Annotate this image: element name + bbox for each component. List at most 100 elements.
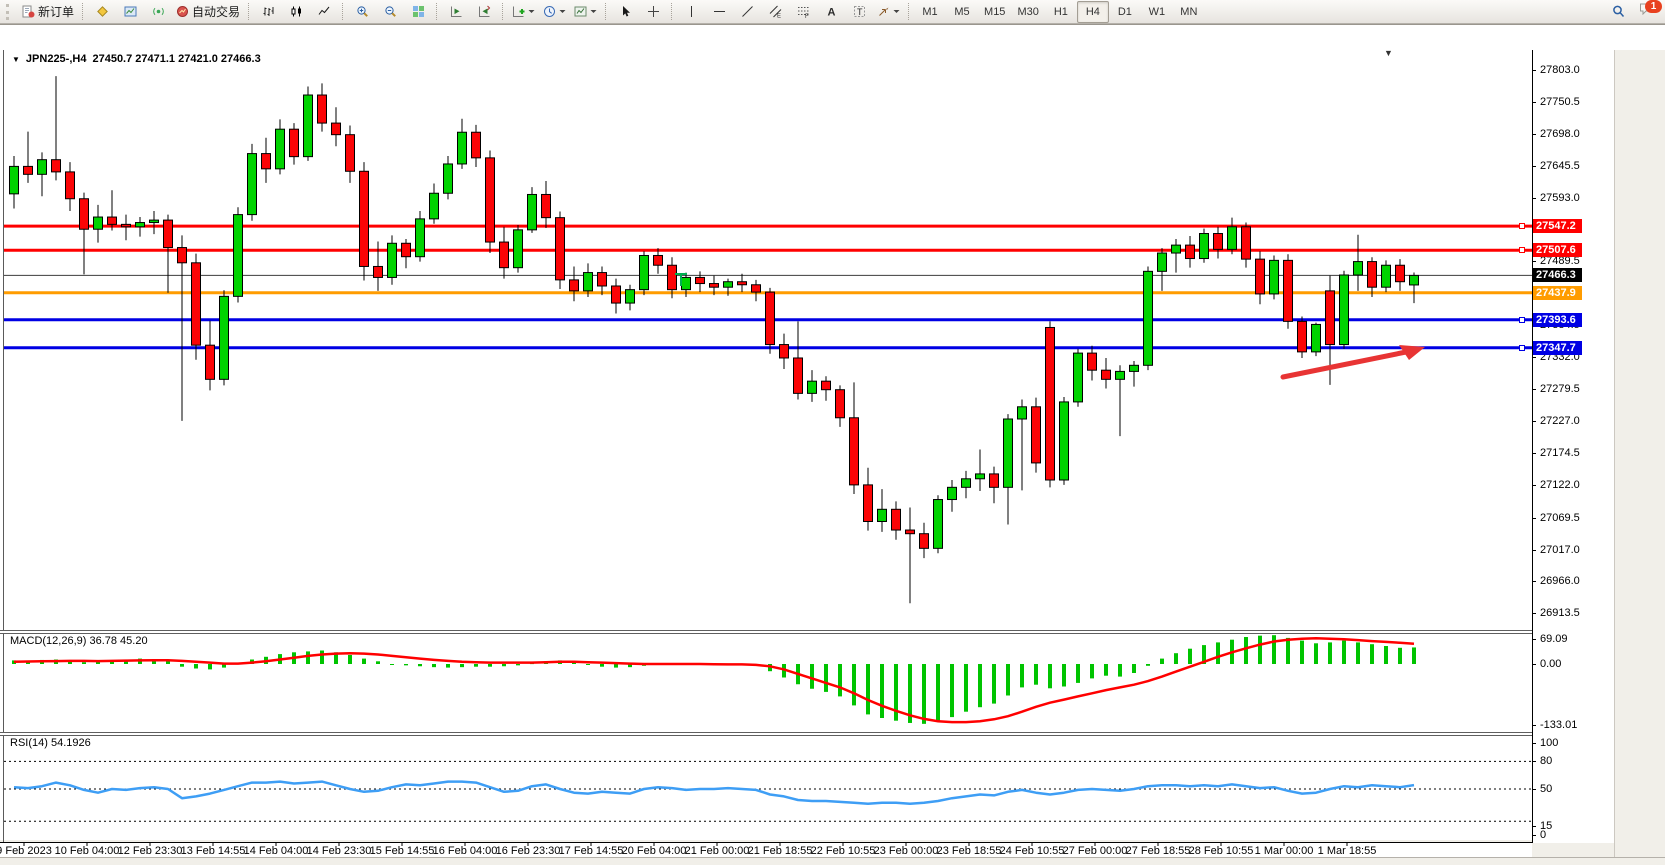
- toolbar-grip[interactable]: [6, 4, 15, 20]
- candle-chart-button[interactable]: [282, 1, 310, 23]
- indicators-button[interactable]: [508, 1, 539, 23]
- tile-windows-button[interactable]: [404, 1, 432, 23]
- line-chart-button[interactable]: [310, 1, 338, 23]
- tf-m30[interactable]: M30: [1011, 1, 1044, 23]
- zoom-in-icon: [356, 5, 369, 18]
- macd-bar: [1160, 659, 1164, 664]
- axis-tick: [1532, 102, 1536, 103]
- line-drag-handle[interactable]: [1519, 223, 1525, 229]
- macd-bar: [1132, 664, 1136, 673]
- chat-button[interactable]: 1: [1638, 2, 1658, 22]
- tf-m15-label: M15: [984, 6, 1005, 18]
- time-tick: [1158, 842, 1159, 846]
- time-tick: [339, 842, 340, 846]
- new-order-button[interactable]: 新订单: [18, 1, 78, 23]
- chart-window-icon: [124, 5, 137, 18]
- bars-icon: [262, 5, 275, 18]
- tf-m1[interactable]: M1: [914, 1, 946, 23]
- macd-bar: [1020, 664, 1024, 687]
- new-chart-button[interactable]: [116, 1, 144, 23]
- candle-body: [1088, 353, 1097, 370]
- tf-m30-label: M30: [1017, 6, 1038, 18]
- candle-body: [654, 255, 663, 265]
- tf-m5[interactable]: M5: [946, 1, 978, 23]
- line-drag-handle[interactable]: [1519, 247, 1525, 253]
- periods-button[interactable]: [539, 1, 570, 23]
- time-tick-label: 16 Feb 04:00: [433, 845, 498, 857]
- auto-scroll-button[interactable]: [442, 1, 470, 23]
- candle-body: [192, 263, 201, 345]
- autotrade-button[interactable]: 自动交易: [172, 1, 244, 23]
- cursor-button[interactable]: [611, 1, 639, 23]
- scroll-anchor-icon[interactable]: ▼: [1384, 49, 1393, 58]
- tf-mn[interactable]: MN: [1173, 1, 1205, 23]
- text-button[interactable]: A: [817, 1, 845, 23]
- zoom-in-button[interactable]: [348, 1, 376, 23]
- candle-body: [1242, 227, 1251, 259]
- macd-bar: [1314, 643, 1318, 664]
- candle-body: [1410, 275, 1419, 285]
- time-tick-label: 24 Feb 10:55: [1000, 845, 1065, 857]
- candle-body: [822, 381, 831, 390]
- candle-body: [122, 224, 131, 226]
- macd-bar: [446, 664, 450, 668]
- candle-body: [1060, 402, 1069, 480]
- horizontal-line-button[interactable]: [705, 1, 733, 23]
- bar-chart-button[interactable]: [254, 1, 282, 23]
- tf-d1[interactable]: D1: [1109, 1, 1141, 23]
- axis-tick: [1532, 725, 1536, 726]
- tf-w1[interactable]: W1: [1141, 1, 1173, 23]
- label-t-icon: T: [853, 5, 866, 18]
- market-depth-button[interactable]: [88, 1, 116, 23]
- trendline-button[interactable]: [733, 1, 761, 23]
- vertical-line-button[interactable]: [677, 1, 705, 23]
- chart-shift-button[interactable]: [470, 1, 498, 23]
- crosshair-button[interactable]: [639, 1, 667, 23]
- time-tick: [591, 842, 592, 846]
- search-button[interactable]: [1604, 1, 1632, 23]
- macd-indicator-panel[interactable]: [4, 633, 1532, 732]
- time-tick: [402, 842, 403, 846]
- arrows-button[interactable]: [873, 1, 904, 23]
- svg-text:A: A: [827, 7, 835, 19]
- toolbar-separator: [82, 3, 84, 20]
- time-tick: [1221, 842, 1222, 846]
- chevron-down-icon: [559, 9, 566, 14]
- macd-bar: [418, 664, 422, 666]
- chart-window[interactable]: ▼ JPN225-,H4 27450.7 27471.1 27421.0 274…: [0, 24, 1665, 840]
- clock-icon: [543, 5, 556, 18]
- macd-bar: [1216, 642, 1220, 664]
- candle-body: [416, 219, 425, 257]
- tf-h4[interactable]: H4: [1077, 1, 1109, 23]
- macd-bar: [1356, 642, 1360, 664]
- macd-bar: [460, 664, 464, 667]
- time-tick-label: 21 Feb 00:00: [685, 845, 750, 857]
- candle-body: [1284, 260, 1293, 321]
- macd-bar: [936, 664, 940, 722]
- channel-button[interactable]: E: [761, 1, 789, 23]
- candle-body: [52, 160, 61, 172]
- text-label-button[interactable]: T: [845, 1, 873, 23]
- zoom-out-button[interactable]: [376, 1, 404, 23]
- candle-body: [458, 132, 467, 164]
- line-drag-handle[interactable]: [1519, 317, 1525, 323]
- fibonacci-button[interactable]: F: [789, 1, 817, 23]
- rsi-indicator-panel[interactable]: [4, 735, 1532, 842]
- line-drag-handle[interactable]: [1519, 345, 1525, 351]
- candle-body: [1074, 353, 1083, 402]
- candle-body: [724, 282, 733, 287]
- macd-bar: [306, 651, 310, 664]
- candle-body: [262, 154, 271, 169]
- templates-button[interactable]: [570, 1, 601, 23]
- macd-bar: [474, 664, 478, 667]
- macd-bar: [376, 661, 380, 664]
- main-price-chart[interactable]: [4, 50, 1532, 633]
- price-badge-orange: 27437.9: [1533, 286, 1582, 300]
- tf-h1[interactable]: H1: [1045, 1, 1077, 23]
- price-tick-label: 27593.0: [1540, 192, 1580, 204]
- candle-body: [1312, 324, 1321, 351]
- tf-m15[interactable]: M15: [978, 1, 1011, 23]
- signals-button[interactable]: [144, 1, 172, 23]
- svg-text:E: E: [777, 14, 781, 19]
- crosshair-icon: [647, 5, 660, 18]
